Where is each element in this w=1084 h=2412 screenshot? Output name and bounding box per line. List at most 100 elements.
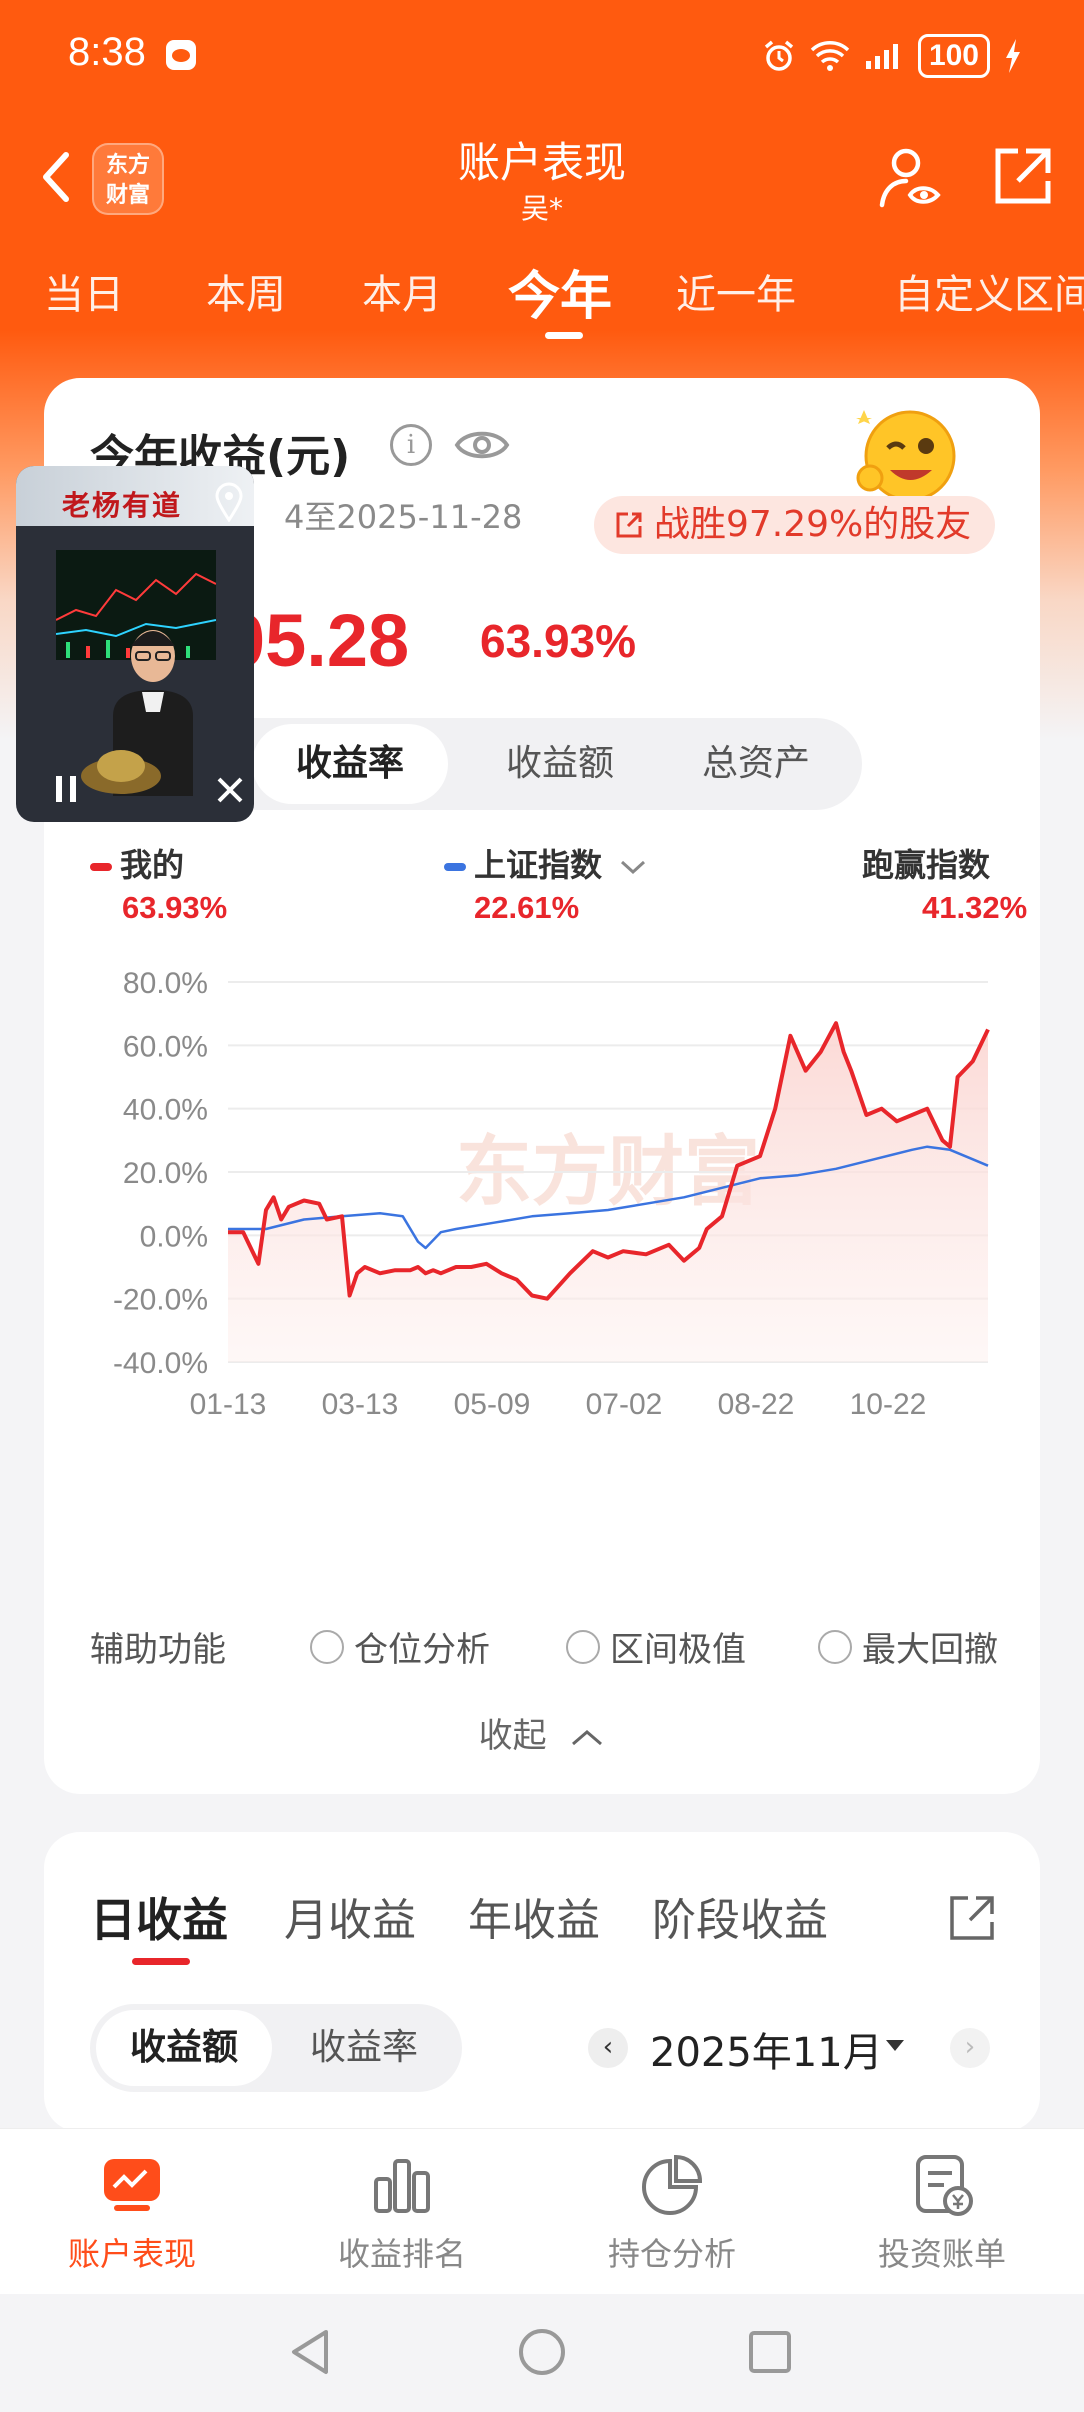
battery-indicator: 100	[917, 34, 990, 78]
option-label: 最大回撤	[862, 1630, 998, 1670]
nav-profit-ranking[interactable]: 收益排名	[302, 2153, 502, 2275]
aux-functions: 辅助功能 仓位分析 区间极值 最大回撤	[90, 1622, 1010, 1671]
legend-mine-value: 63.93%	[122, 890, 228, 925]
tab-this-week[interactable]: 本周	[206, 262, 286, 320]
y-tick-label: 40.0%	[123, 1094, 208, 1127]
option-label: 区间极值	[610, 1630, 746, 1670]
metric-tab-rate[interactable]: 收益率	[252, 724, 448, 804]
tab-custom-range[interactable]: 自定义区间	[894, 262, 1084, 320]
radio-circle	[818, 1629, 852, 1664]
active-tab-indicator	[132, 1958, 190, 1965]
home-circle-icon[interactable]	[516, 2326, 568, 2378]
share-icon[interactable]	[990, 145, 1054, 209]
eye-icon[interactable]	[454, 422, 510, 468]
legend-index-value: 22.61%	[474, 890, 580, 925]
date-range: 4至2025-11-28	[284, 498, 523, 536]
chevron-down-icon	[621, 860, 646, 875]
x-tick-label: 05-09	[454, 1388, 531, 1421]
performance-chart-icon	[104, 2159, 160, 2211]
bill-icon	[916, 2155, 973, 2216]
status-time: 8:38	[68, 30, 146, 74]
y-tick-label: -40.0%	[113, 1347, 208, 1380]
wink-emoji-icon	[856, 410, 956, 502]
option-position-analysis[interactable]: 仓位分析	[310, 1622, 490, 1671]
y-tick-label: -20.0%	[113, 1284, 208, 1317]
radio-circle	[310, 1629, 344, 1664]
daily-metric-switch: 收益额 收益率	[90, 2004, 462, 2092]
daily-tab-rate[interactable]: 收益率	[276, 2004, 452, 2092]
x-tick-label: 10-22	[850, 1388, 927, 1421]
charging-icon	[1006, 39, 1020, 73]
metric-tab-total-assets[interactable]: 总资产	[668, 718, 844, 810]
share-small-icon	[616, 512, 642, 538]
x-tick-label: 01-13	[190, 1388, 267, 1421]
daily-tab-amount[interactable]: 收益额	[96, 2010, 272, 2086]
nav-label: 投资账单	[877, 2235, 1006, 2273]
tab-this-month[interactable]: 本月	[362, 262, 442, 320]
daily-profit-card: 日收益 月收益 年收益 阶段收益 收益额 收益率 ‹ 2025年11月 ›	[44, 1832, 1040, 2132]
wifi-icon	[810, 41, 850, 71]
back-triangle-icon[interactable]	[286, 2326, 334, 2378]
tab-daily-profit[interactable]: 日收益	[90, 1884, 228, 1950]
active-tab-indicator	[545, 332, 583, 339]
legend-index-swatch	[444, 863, 466, 871]
bottom-navigation: 账户表现 收益排名 持仓分析 投资账单	[0, 2128, 1084, 2294]
alarm-icon	[764, 40, 794, 71]
beat-percentile-badge[interactable]: 战胜97.29%的股友	[594, 496, 996, 554]
y-tick-label: 60.0%	[123, 1030, 208, 1063]
info-icon[interactable]: i	[390, 424, 432, 466]
nav-label: 收益排名	[337, 2235, 466, 2273]
option-label: 仓位分析	[354, 1630, 490, 1670]
y-tick-label: 80.0%	[123, 967, 208, 1000]
floating-video-player[interactable]: 老杨有道	[16, 466, 254, 822]
option-range-extremes[interactable]: 区间极值	[566, 1622, 746, 1671]
aux-label: 辅助功能	[90, 1630, 226, 1670]
nav-account-performance[interactable]: 账户表现	[32, 2153, 232, 2275]
chevron-up-icon	[572, 1729, 603, 1745]
caret-down-icon[interactable]	[886, 2040, 904, 2051]
x-tick-label: 07-02	[586, 1388, 663, 1421]
legend-outperform-label: 跑赢指数	[862, 846, 991, 884]
return-chart[interactable]: 东方财富80.0%60.0%40.0%20.0%0.0%-20.0%-40.0%…	[44, 958, 1040, 1458]
location-pin-icon	[215, 482, 243, 522]
year-profit-rate: 63.93%	[480, 615, 637, 667]
close-icon[interactable]	[216, 776, 244, 804]
legend-outperform: 跑赢指数 41.32%	[862, 840, 1027, 925]
tab-monthly-profit[interactable]: 月收益	[284, 1884, 416, 1948]
nav-investment-bill[interactable]: 投资账单	[842, 2153, 1042, 2275]
legend-mine-label: 我的	[120, 846, 185, 884]
legend-index-label: 上证指数	[474, 846, 603, 884]
y-tick-label: 0.0%	[140, 1220, 208, 1253]
status-indicators: 100	[762, 34, 1022, 78]
recents-square-icon[interactable]	[746, 2328, 794, 2376]
legend-index[interactable]: 上证指数 22.61%	[444, 840, 648, 925]
share-icon[interactable]	[946, 1892, 998, 1944]
month-selector[interactable]: 2025年11月	[650, 2020, 883, 2078]
next-month-button[interactable]: ›	[950, 2028, 990, 2068]
option-max-drawdown[interactable]: 最大回撤	[818, 1622, 998, 1671]
legend-outperform-value: 41.32%	[922, 890, 1028, 925]
pie-chart-icon	[642, 2154, 703, 2215]
previous-month-button[interactable]: ‹	[588, 2028, 628, 2068]
y-tick-label: 20.0%	[123, 1157, 208, 1190]
tab-stage-profit[interactable]: 阶段收益	[652, 1884, 828, 1948]
nav-label: 账户表现	[67, 2235, 196, 2273]
tab-this-year[interactable]: 今年	[508, 254, 612, 329]
tab-today[interactable]: 当日	[44, 262, 124, 320]
radio-circle	[566, 1629, 600, 1664]
collapse-label: 收起	[478, 1716, 547, 1756]
legend-mine: 我的 63.93%	[90, 840, 227, 925]
pause-icon[interactable]	[52, 774, 80, 804]
collapse-button[interactable]: 收起	[44, 1708, 1040, 1757]
beat-percentile-text: 战胜97.29%的股友	[654, 504, 972, 545]
metric-tab-amount[interactable]: 收益额	[472, 718, 648, 810]
tab-last-year[interactable]: 近一年	[676, 262, 796, 320]
signal-icon	[865, 44, 898, 69]
tab-yearly-profit[interactable]: 年收益	[468, 1884, 600, 1948]
video-caption: 老杨有道	[62, 489, 183, 522]
metric-switch: 收益率 收益额 总资产	[206, 718, 862, 810]
nav-holding-analysis[interactable]: 持仓分析	[572, 2153, 772, 2275]
user-visibility-icon[interactable]	[876, 143, 946, 213]
system-navigation-bar	[0, 2294, 1084, 2412]
legend-mine-swatch	[90, 863, 112, 871]
